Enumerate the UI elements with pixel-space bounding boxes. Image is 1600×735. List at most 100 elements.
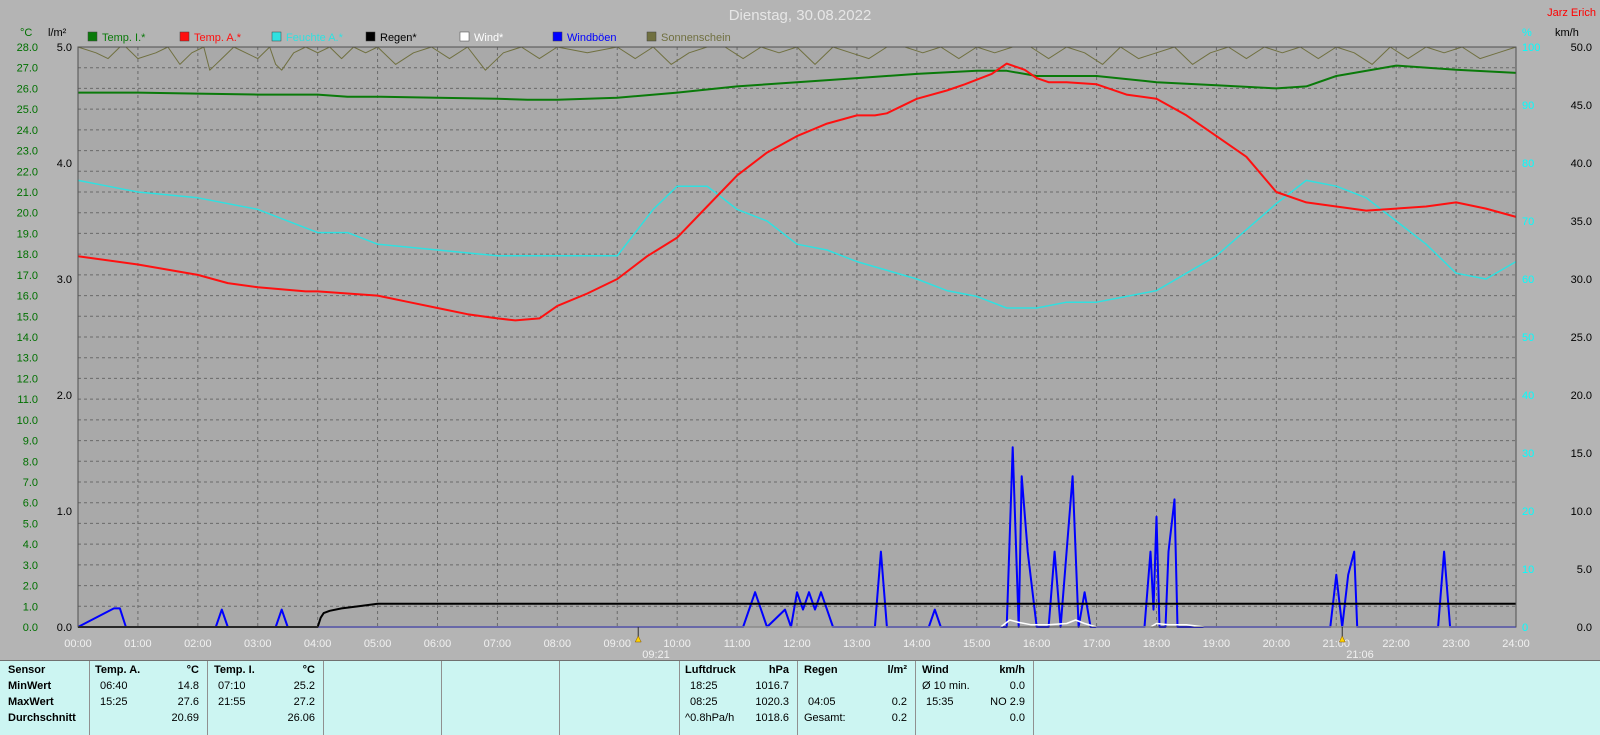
wind-tick-label: 25.0 xyxy=(1571,332,1592,344)
temp-tick-label: 23.0 xyxy=(17,146,38,158)
humidity-tick-label: 20 xyxy=(1522,506,1534,518)
weather-chart: 00:00 01:00 02:00 03:00 04:00 05:00 06:00 07:00… xyxy=(17,7,1596,660)
stats-rain-col: Regen l/m² 04:05 0.2 Gesamt: 0.2 xyxy=(798,661,916,735)
chart-title: Dienstag, 30.08.2022 xyxy=(729,7,872,24)
stats-empty-col-3 xyxy=(560,661,680,735)
left-rain-unit: l/m² xyxy=(48,27,67,39)
temp-tick-label: 22.0 xyxy=(17,166,38,178)
temp-i-unit: °C xyxy=(302,664,315,676)
wind-avg: 0.0 xyxy=(1009,680,1025,692)
x-tick-label: 20:00 xyxy=(1263,638,1291,650)
x-tick-label: 14:00 xyxy=(903,638,931,650)
legend-swatch xyxy=(459,31,470,42)
wind-tick-label: 5.0 xyxy=(1577,564,1592,576)
legend-label: Feuchte A.* xyxy=(286,32,344,44)
x-tick-label: 00:00 xyxy=(64,638,92,650)
pressure-unit: hPa xyxy=(768,664,789,676)
x-tick-label: 11:00 xyxy=(724,638,751,650)
x-tick-label: 04:00 xyxy=(304,638,332,650)
stats-wind-col: Wind km/h Ø 10 min. 0.0 15:35 NO 2.9 0.0 xyxy=(916,661,1034,735)
legend-swatch xyxy=(552,31,563,42)
x-tick-label: 01:00 xyxy=(124,638,152,650)
temp-tick-label: 26.0 xyxy=(17,83,38,95)
temp-tick-label: 16.0 xyxy=(17,291,38,303)
temp-tick-label: 21.0 xyxy=(17,187,38,199)
temp-tick-label: 9.0 xyxy=(23,436,38,448)
temp-tick-label: 1.0 xyxy=(23,601,38,613)
stats-temp-i-col: Temp. I. °C 07:10 25.2 21:55 27.2 26.06 xyxy=(208,661,324,735)
stats-sensor-col: Sensor MinWert MaxWert Durchschnitt xyxy=(0,661,90,735)
humidity-tick-label: 40 xyxy=(1522,390,1534,402)
rain-tick-label: 3.0 xyxy=(57,274,72,286)
temp-tick-label: 5.0 xyxy=(23,518,38,530)
legend-swatch xyxy=(646,31,657,42)
x-tick-label: 16:00 xyxy=(1023,638,1051,650)
wind-tick-label: 20.0 xyxy=(1571,390,1592,402)
pressure-trend-label: ^0.8hPa/h xyxy=(685,712,735,724)
right-pct-unit: % xyxy=(1522,27,1532,39)
temp-i-header: Temp. I. xyxy=(214,664,255,676)
wind-max: NO 2.9 xyxy=(990,696,1025,708)
x-tick-label: 13:00 xyxy=(843,638,871,650)
humidity-tick-label: 60 xyxy=(1522,274,1534,286)
legend-label: Regen* xyxy=(380,32,417,44)
rain-unit: l/m² xyxy=(887,664,907,676)
rain-total-label: Gesamt: xyxy=(804,712,846,724)
maxwert-label: MaxWert xyxy=(8,696,54,708)
wind-tick-label: 15.0 xyxy=(1571,448,1592,460)
temp-tick-label: 20.0 xyxy=(17,208,38,220)
author-label: Jarz Erich xyxy=(1547,7,1596,19)
temp-tick-label: 6.0 xyxy=(23,498,38,510)
x-tick-label: 18:00 xyxy=(1143,638,1171,650)
temp-i-max: 27.2 xyxy=(293,696,315,708)
temp-a-unit: °C xyxy=(186,664,199,676)
minwert-label: MinWert xyxy=(8,680,52,692)
rain-tick-label: 4.0 xyxy=(57,158,72,170)
temp-tick-label: 3.0 xyxy=(23,560,38,572)
wind-tick-label: 30.0 xyxy=(1571,274,1592,286)
temp-tick-label: 8.0 xyxy=(23,456,38,468)
humidity-tick-label: 10 xyxy=(1522,564,1534,576)
temp-tick-label: 17.0 xyxy=(17,270,38,282)
wind-header: Wind xyxy=(922,664,949,676)
humidity-tick-label: 50 xyxy=(1522,332,1534,344)
rain-tick-label: 0.0 xyxy=(57,622,72,634)
x-tick-label: 22:00 xyxy=(1382,638,1410,650)
temp-i-avg: 26.06 xyxy=(287,712,315,724)
pressure-max: 1020.3 xyxy=(755,696,789,708)
wind-tick-label: 35.0 xyxy=(1571,216,1592,228)
x-tick-label: 15:00 xyxy=(963,638,991,650)
legend-label: Temp. A.* xyxy=(194,32,242,44)
x-tick-label: 07:00 xyxy=(484,638,512,650)
x-tick-label: 12:00 xyxy=(783,638,811,650)
x-tick-label: 05:00 xyxy=(364,638,392,650)
stats-pressure-col: Luftdruck hPa 18:25 1016.7 08:25 1020.3 ^0.… xyxy=(680,661,798,735)
x-tick-label: 17:00 xyxy=(1083,638,1111,650)
sun-marker-label: 21:06 xyxy=(1346,649,1374,660)
temp-tick-label: 14.0 xyxy=(17,332,38,344)
temp-tick-label: 4.0 xyxy=(23,539,38,551)
temp-tick-label: 27.0 xyxy=(17,63,38,75)
temp-tick-label: 10.0 xyxy=(17,415,38,427)
temp-a-header: Temp. A. xyxy=(95,664,141,676)
temp-tick-label: 0.0 xyxy=(23,622,38,634)
x-tick-label: 24:00 xyxy=(1502,638,1530,650)
temp-i-max-time: 21:55 xyxy=(218,696,246,708)
pressure-header: Luftdruck xyxy=(685,664,736,676)
x-tick-label: 23:00 xyxy=(1442,638,1470,650)
humidity-tick-label: 90 xyxy=(1522,100,1534,112)
humidity-tick-label: 100 xyxy=(1522,42,1540,54)
wind-unit: km/h xyxy=(999,664,1025,676)
temp-tick-label: 13.0 xyxy=(17,353,38,365)
pressure-min-time: 18:25 xyxy=(690,680,718,692)
wind-avg-label: Ø 10 min. xyxy=(922,680,970,692)
x-tick-label: 06:00 xyxy=(424,638,452,650)
durchschnitt-label: Durchschnitt xyxy=(8,712,76,724)
rain-header: Regen xyxy=(804,664,838,676)
legend-swatch xyxy=(179,31,190,42)
humidity-tick-label: 0 xyxy=(1522,622,1528,634)
legend-swatch xyxy=(271,31,282,42)
humidity-tick-label: 80 xyxy=(1522,158,1534,170)
temp-a-min: 14.8 xyxy=(177,680,199,692)
x-tick-label: 09:00 xyxy=(603,638,631,650)
